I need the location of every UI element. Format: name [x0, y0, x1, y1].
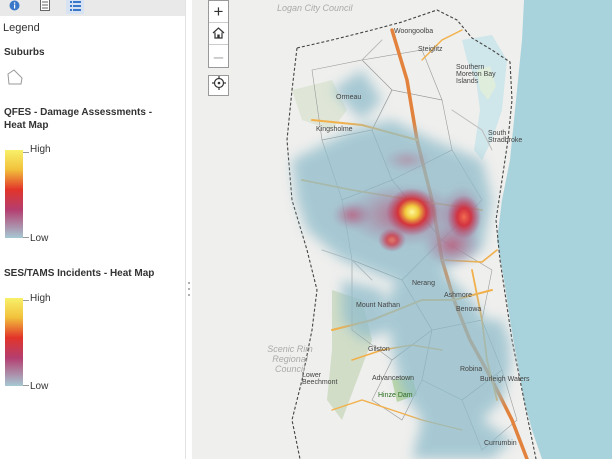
panel-toolbar [0, 0, 185, 16]
panel-resize-handle[interactable] [187, 282, 191, 296]
label-mount-nathan: Mount Nathan [356, 302, 400, 309]
label-nerang: Nerang [412, 280, 435, 287]
basemap [192, 0, 612, 459]
ses-tams-color-ramp [5, 298, 23, 386]
zoom-in-button[interactable]: + [209, 1, 228, 23]
locate-button[interactable] [208, 75, 229, 96]
label-lower-beechmont: Lower Beechmont [302, 372, 338, 386]
label-benowa: Benowa [456, 306, 482, 313]
label-southern-moreton: Southern Moreton Bay Islands [456, 64, 496, 85]
ses-high-label: High [30, 293, 51, 304]
label-ormeau: Ormeau [336, 94, 362, 101]
label-hinze-dam: Hinze Dam [378, 392, 413, 399]
crosshair-icon [211, 76, 226, 95]
info-icon [9, 0, 20, 16]
qfes-high-tick [23, 152, 29, 153]
layer-title-qfes: QFES - Damage Assessments - Heat Map [4, 107, 153, 131]
label-steiglitz: Steiglitz [418, 46, 443, 53]
layer-title-ses-tams: SES/TAMS Incidents - Heat Map [4, 268, 155, 279]
layer-list-button[interactable] [36, 0, 54, 14]
home-icon [212, 25, 225, 42]
label-currumbin: Currumbin [484, 440, 517, 447]
legend-panel: Legend Suburbs QFES - Damage Assessments… [0, 0, 186, 459]
label-south-stradbroke: South Stradbroke [488, 130, 523, 144]
label-woongoolba: Woongoolba [394, 28, 434, 35]
zoom-controls: + – [208, 0, 229, 68]
qfes-color-ramp [5, 150, 23, 238]
polygon-outline-icon [6, 68, 24, 91]
qfes-high-label: High [30, 144, 51, 155]
qfes-low-tick [23, 237, 29, 238]
layer-list-icon [40, 0, 50, 16]
map-view[interactable]: Logan City Council Scenic Rim Regional C… [192, 0, 612, 459]
home-button[interactable] [209, 23, 228, 45]
zoom-out-button[interactable]: – [209, 45, 228, 67]
label-burleigh: Burleigh Waters [480, 376, 530, 383]
label-ashmore: Ashmore [444, 292, 473, 299]
legend-title: Legend [3, 22, 40, 34]
ses-low-label: Low [30, 381, 49, 392]
legend-button[interactable] [66, 0, 84, 14]
label-advancetown: Advancetown [372, 375, 415, 382]
ses-high-tick [23, 300, 29, 301]
legend-icon [69, 0, 81, 16]
label-robina: Robina [460, 366, 483, 373]
info-button[interactable] [5, 0, 23, 14]
qfes-low-label: Low [30, 233, 49, 244]
label-scenic-rim-council: Scenic Rim Regional Council [267, 344, 313, 374]
label-kingsholme: Kingsholme [316, 126, 353, 133]
layer-title-suburbs: Suburbs [4, 47, 45, 58]
ses-low-tick [23, 385, 29, 386]
label-logan-council: Logan City Council [277, 3, 353, 13]
label-gilston: Gilston [368, 346, 390, 353]
